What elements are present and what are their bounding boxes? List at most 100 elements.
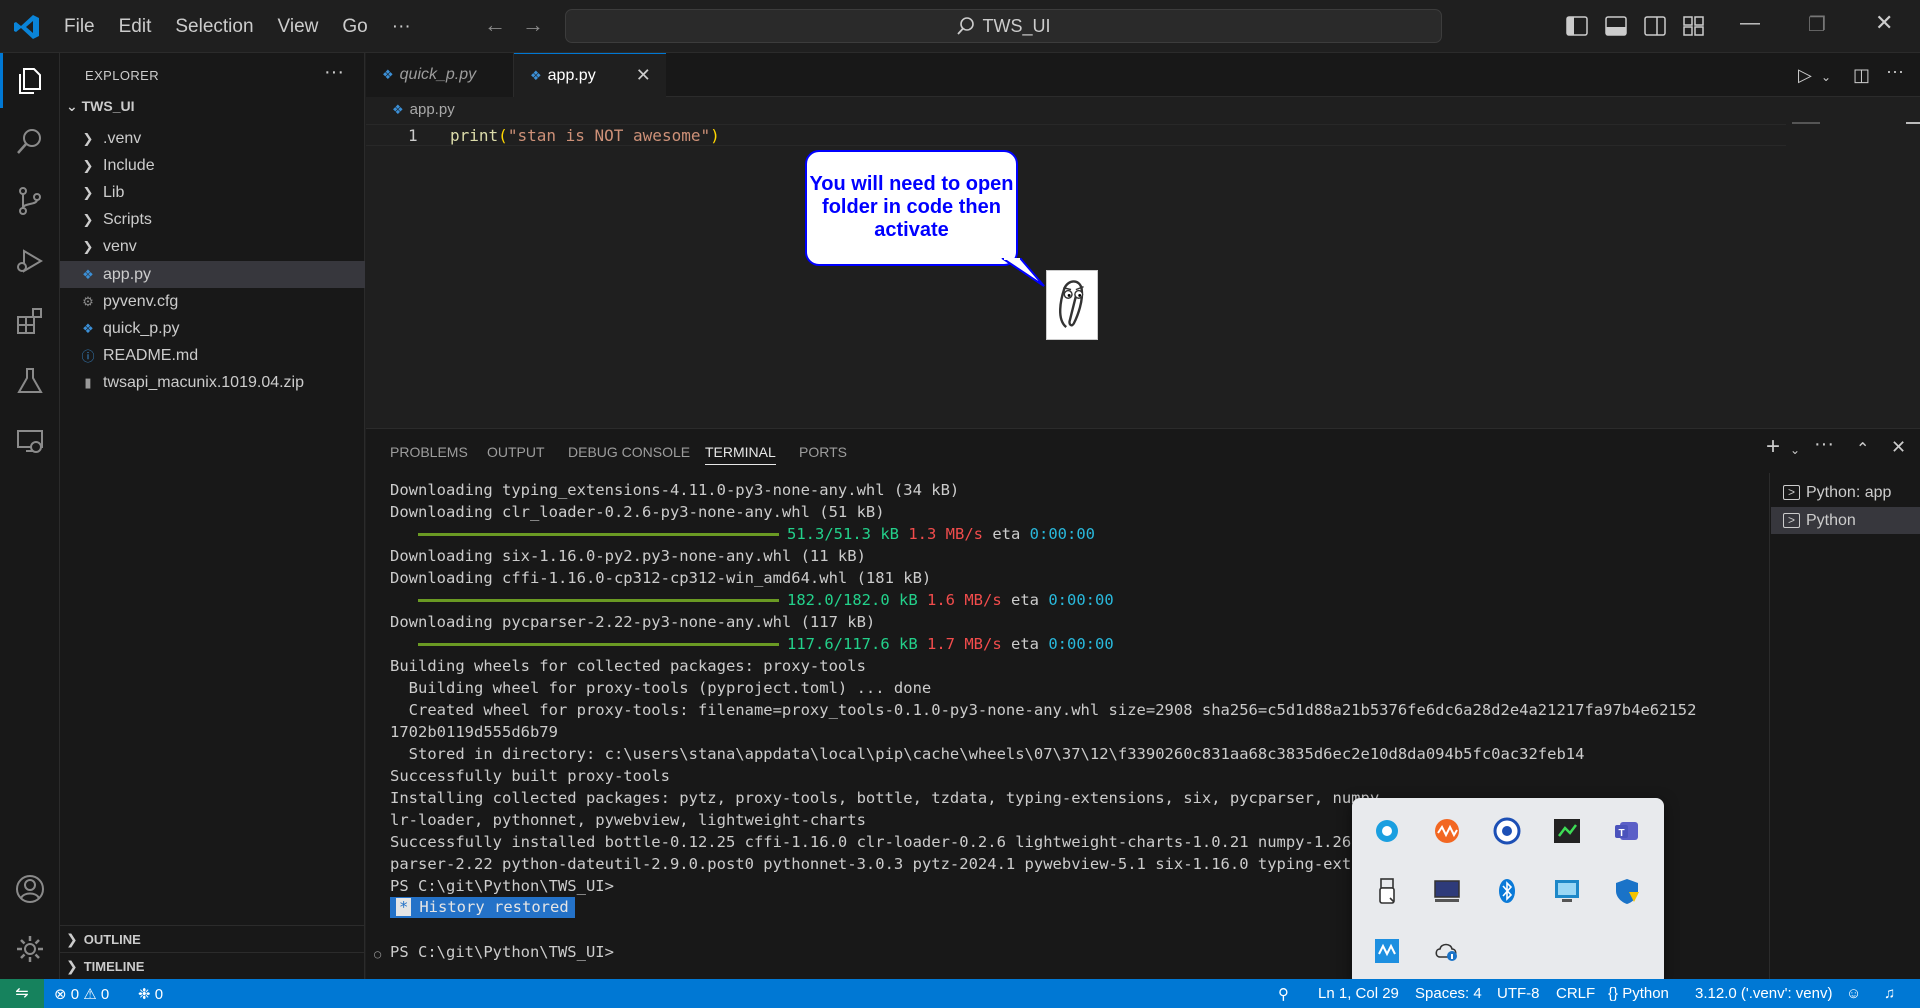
menu-file[interactable]: File xyxy=(52,16,107,38)
code-line[interactable]: 1 print("stan is NOT awesome") xyxy=(366,124,1786,146)
menu-view[interactable]: View xyxy=(266,16,331,38)
run-dropdown-chevron-icon[interactable]: ⌄ xyxy=(1821,70,1831,84)
menu-selection[interactable]: Selection xyxy=(163,16,265,38)
toggle-secondary-sidebar-icon[interactable] xyxy=(1643,14,1667,38)
manage-gear-icon[interactable] xyxy=(14,933,46,965)
minimap[interactable] xyxy=(1792,122,1820,124)
tab-debug-console[interactable]: DEBUG CONSOLE xyxy=(568,444,690,460)
display-icon[interactable] xyxy=(1432,876,1462,906)
accounts-icon[interactable] xyxy=(14,873,46,905)
tree-file-pyvenv-cfg[interactable]: ⚙ pyvenv.cfg xyxy=(60,288,365,315)
tab-ports[interactable]: PORTS xyxy=(799,444,847,460)
back-arrow-icon[interactable]: ← xyxy=(484,12,506,38)
security-shield-icon[interactable] xyxy=(1612,876,1642,906)
toggle-panel-icon[interactable] xyxy=(1604,14,1628,38)
menu-edit[interactable]: Edit xyxy=(107,16,164,38)
extensions-icon[interactable] xyxy=(14,305,46,337)
menu-more[interactable]: ··· xyxy=(380,16,423,38)
app-circle-icon[interactable] xyxy=(1372,816,1402,846)
tab-terminal[interactable]: TERMINAL xyxy=(705,444,776,465)
clippy-paperclip-icon[interactable] xyxy=(1046,270,1098,340)
audio-app-icon[interactable] xyxy=(1372,936,1402,966)
editor-scrollbar[interactable] xyxy=(1906,122,1920,124)
editor-more-actions-icon[interactable]: ··· xyxy=(1886,61,1904,82)
tab-app-py[interactable]: ❖ app.py ✕ xyxy=(514,53,666,97)
browser-app-icon[interactable] xyxy=(1492,816,1522,846)
cursor-position[interactable]: Ln 1, Col 29 xyxy=(1318,985,1399,1002)
bluetooth-icon[interactable] xyxy=(1492,876,1522,906)
run-python-file-icon[interactable]: ▷ xyxy=(1798,65,1812,86)
new-terminal-plus-icon[interactable]: + xyxy=(1766,433,1780,461)
customize-layout-icon[interactable] xyxy=(1682,14,1706,38)
tree-file-app-py[interactable]: ❖ app.py xyxy=(60,261,365,288)
teams-icon[interactable]: T xyxy=(1612,816,1642,846)
terminal-instance[interactable]: > Python xyxy=(1771,507,1920,534)
terminal-line: Downloading six-1.16.0-py2.py3-none-any.… xyxy=(390,547,866,565)
testing-icon[interactable] xyxy=(14,365,46,397)
progress-line: 51.3/51.3 kB 1.3 MB/s eta 0:00:00 xyxy=(390,523,1095,545)
menu-go[interactable]: Go xyxy=(330,16,379,38)
monitor-app-icon[interactable] xyxy=(1552,876,1582,906)
tree-folder-venv[interactable]: ❯ venv xyxy=(60,233,365,260)
terminal-line: Installing collected packages: pytz, pro… xyxy=(390,789,1389,807)
tab-quick-p-py[interactable]: ❖ quick_p.py xyxy=(366,53,514,97)
restore-icon[interactable]: ❐ xyxy=(1808,12,1826,37)
tree-file-zip[interactable]: ▮ twsapi_macunix.1019.04.zip xyxy=(60,369,365,396)
outline-section[interactable]: ❯ OUTLINE xyxy=(60,925,365,952)
split-editor-icon[interactable]: ◫ xyxy=(1853,65,1870,86)
explorer-more-actions[interactable]: ··· xyxy=(324,61,344,84)
panel-more-actions-icon[interactable]: ··· xyxy=(1814,433,1834,456)
svg-text:T: T xyxy=(1618,828,1624,839)
source-control-icon[interactable] xyxy=(14,185,46,217)
close-panel-icon[interactable]: ✕ xyxy=(1891,437,1906,458)
python-file-icon: ❖ xyxy=(82,266,94,282)
python-file-icon: ❖ xyxy=(382,67,394,82)
minimize-icon[interactable]: — xyxy=(1740,12,1760,35)
timeline-section[interactable]: ❯ TIMELINE xyxy=(60,952,365,979)
remote-indicator-icon[interactable]: ⇋ xyxy=(0,979,44,1008)
run-debug-icon[interactable] xyxy=(14,245,46,277)
tree-folder-scripts[interactable]: ❯ Scripts xyxy=(60,206,365,233)
chevron-right-icon: ❯ xyxy=(82,184,94,200)
breadcrumb[interactable]: ❖ app.py xyxy=(392,101,455,118)
command-decoration-icon[interactable]: ○ xyxy=(374,947,381,961)
close-window-icon[interactable]: ✕ xyxy=(1875,10,1893,36)
explorer-icon[interactable] xyxy=(14,65,46,97)
cloud-sync-icon[interactable] xyxy=(1432,936,1462,966)
maximize-panel-chevron-up-icon[interactable]: ⌃ xyxy=(1856,439,1869,459)
forward-arrow-icon[interactable]: → xyxy=(522,12,544,38)
terminal-line: Successfully installed bottle-0.12.25 cf… xyxy=(390,833,1389,851)
tab-output[interactable]: OUTPUT xyxy=(487,444,545,460)
tree-folder-venv-hidden[interactable]: ❯ .venv xyxy=(60,125,365,152)
toggle-primary-sidebar-icon[interactable] xyxy=(1565,14,1589,38)
terminal-instance[interactable]: > Python: app xyxy=(1771,479,1920,506)
close-tab-icon[interactable]: ✕ xyxy=(636,65,651,86)
title-bar: File Edit Selection View Go ··· ← → TWS_… xyxy=(0,0,1920,53)
notifications-bell-icon[interactable]: ♫ xyxy=(1884,985,1895,1002)
problems-indicator[interactable]: ⊗ 0 ⚠ 0 xyxy=(54,985,109,1003)
tree-folder-include[interactable]: ❯ Include xyxy=(60,152,365,179)
tree-file-readme[interactable]: ⓘ README.md xyxy=(60,342,365,369)
usb-drive-icon[interactable] xyxy=(1372,876,1402,906)
ports-indicator[interactable]: ❉ 0 xyxy=(138,985,163,1003)
code-editor[interactable]: ❖ app.py 1 print("stan is NOT awesome") xyxy=(366,97,1920,428)
language-mode[interactable]: {} Python xyxy=(1608,985,1669,1002)
tree-file-quick-p-py[interactable]: ❖ quick_p.py xyxy=(60,315,365,342)
workspace-root-folder[interactable]: ⌄ TWS_UI xyxy=(66,98,135,115)
command-center-search[interactable]: TWS_UI xyxy=(565,9,1442,43)
python-interpreter[interactable]: 3.12.0 ('.venv': venv) xyxy=(1695,985,1832,1002)
remote-explorer-icon[interactable] xyxy=(14,425,46,457)
indentation[interactable]: Spaces: 4 xyxy=(1415,985,1482,1002)
terminal-line: Building wheels for collected packages: … xyxy=(390,657,866,675)
search-icon[interactable] xyxy=(14,125,46,157)
waves-app-icon[interactable] xyxy=(1432,816,1462,846)
encoding[interactable]: UTF-8 xyxy=(1497,985,1540,1002)
terminal-line: Downloading clr_loader-0.2.6-py3-none-an… xyxy=(390,503,885,521)
tree-folder-lib[interactable]: ❯ Lib xyxy=(60,179,365,206)
copilot-icon[interactable]: ☺ xyxy=(1846,985,1861,1002)
tab-problems[interactable]: PROBLEMS xyxy=(390,444,468,460)
terminal-app-icon[interactable] xyxy=(1552,816,1582,846)
end-of-line[interactable]: CRLF xyxy=(1556,985,1595,1002)
zoom-icon[interactable]: ⚲ xyxy=(1278,985,1289,1003)
terminal-dropdown-chevron-icon[interactable]: ⌄ xyxy=(1790,443,1800,457)
